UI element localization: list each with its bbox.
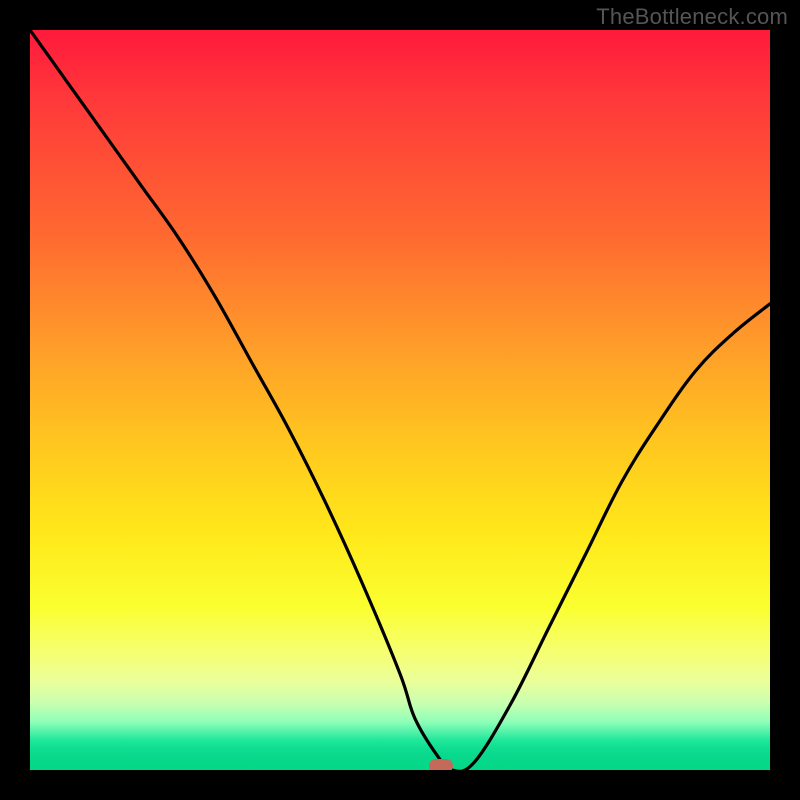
bottleneck-curve [30,30,770,770]
attribution-text: TheBottleneck.com [596,4,788,30]
chart-frame: TheBottleneck.com [0,0,800,800]
optimal-marker [429,759,453,770]
plot-area [30,30,770,770]
